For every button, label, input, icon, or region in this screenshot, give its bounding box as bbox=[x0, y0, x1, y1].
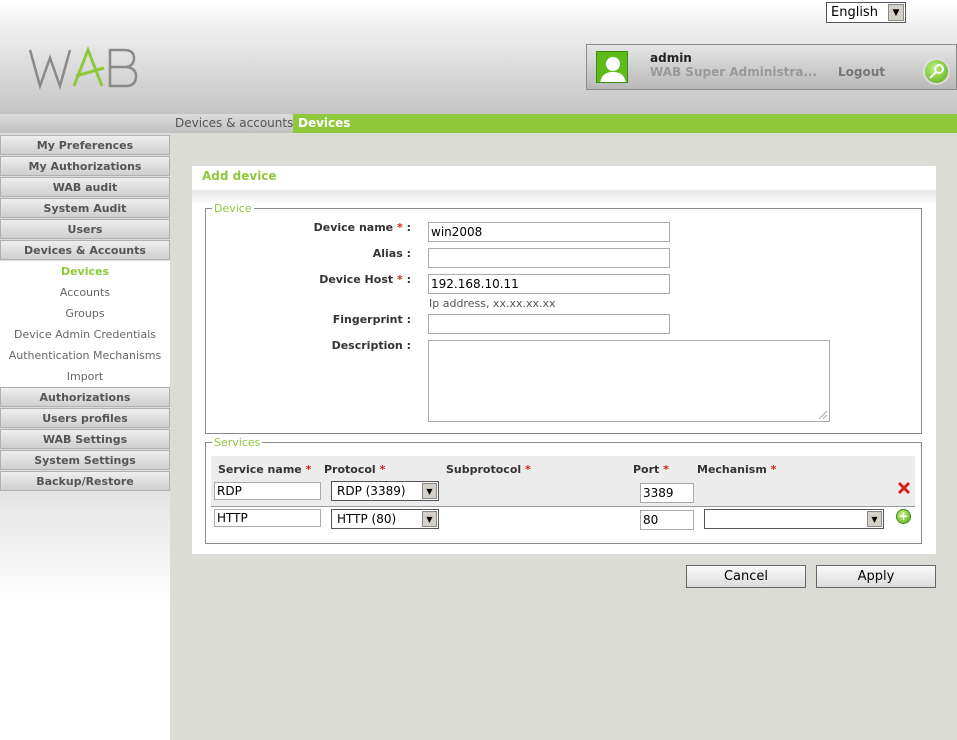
sidebar-subitem-accounts[interactable]: Accounts bbox=[0, 282, 170, 303]
header: English ▼ admin WAB Super Administra... … bbox=[0, 0, 957, 114]
alias-label: Alias : bbox=[372, 247, 411, 260]
services-row-divider bbox=[211, 506, 915, 507]
sidebar-subitem-groups[interactable]: Groups bbox=[0, 303, 170, 324]
user-panel: admin WAB Super Administra... Logout bbox=[586, 44, 957, 90]
breadcrumb: Devices & accounts Devices bbox=[0, 114, 957, 133]
port-input[interactable]: 80 bbox=[640, 510, 694, 530]
col-subprotocol: Subprotocol * bbox=[446, 463, 531, 476]
col-port: Port * bbox=[633, 463, 669, 476]
logout-link[interactable]: Logout bbox=[838, 65, 885, 79]
service-name-input[interactable]: HTTP bbox=[214, 509, 321, 527]
sidebar-item-users[interactable]: Users bbox=[0, 219, 170, 239]
breadcrumb-current: Devices bbox=[293, 114, 957, 133]
language-select[interactable]: English ▼ bbox=[826, 2, 906, 23]
delete-icon[interactable] bbox=[897, 481, 911, 495]
breadcrumb-parent[interactable]: Devices & accounts bbox=[170, 114, 298, 133]
sidebar-item-system-audit[interactable]: System Audit bbox=[0, 198, 170, 218]
sidebar-item-wab-settings[interactable]: WAB Settings bbox=[0, 429, 170, 449]
sidebar-item-wab-audit[interactable]: WAB audit bbox=[0, 177, 170, 197]
chevron-down-icon: ▼ bbox=[888, 4, 904, 21]
services-legend: Services bbox=[214, 436, 261, 449]
page-title: Add device bbox=[202, 169, 277, 183]
user-avatar-icon bbox=[596, 51, 628, 83]
sidebar-item-authorizations[interactable]: Authorizations bbox=[0, 387, 170, 407]
add-icon[interactable]: + bbox=[896, 509, 911, 524]
apply-button[interactable]: Apply bbox=[816, 565, 936, 588]
description-label: Description : bbox=[331, 339, 411, 352]
user-name: admin bbox=[650, 51, 692, 65]
language-selected: English bbox=[831, 5, 878, 20]
resize-handle-icon[interactable] bbox=[817, 409, 828, 420]
chevron-down-icon: ▼ bbox=[422, 483, 437, 499]
protocol-select[interactable]: RDP (3389) ▼ bbox=[331, 481, 439, 501]
protocol-select[interactable]: HTTP (80) ▼ bbox=[331, 509, 439, 529]
sidebar-item-users-profiles[interactable]: Users profiles bbox=[0, 408, 170, 428]
device-host-hint: Ip address, xx.xx.xx.xx bbox=[429, 297, 556, 310]
wab-logo bbox=[28, 46, 138, 90]
sidebar-item-devices-accounts[interactable]: Devices & Accounts bbox=[0, 240, 170, 260]
sidebar-subitem-import[interactable]: Import bbox=[0, 366, 170, 387]
cancel-button[interactable]: Cancel bbox=[686, 565, 806, 588]
description-textarea[interactable] bbox=[428, 340, 830, 422]
chevron-down-icon: ▼ bbox=[422, 511, 437, 527]
col-service-name: Service name * bbox=[218, 463, 312, 476]
port-input[interactable]: 3389 bbox=[640, 483, 694, 503]
col-protocol: Protocol * bbox=[324, 463, 386, 476]
device-host-input[interactable]: 192.168.10.11 bbox=[428, 274, 670, 294]
device-name-label: Device name * : bbox=[313, 221, 411, 234]
sidebar-subitem-device-admin-credentials[interactable]: Device Admin Credentials bbox=[0, 324, 170, 345]
fingerprint-input[interactable] bbox=[428, 314, 670, 334]
alias-input[interactable] bbox=[428, 248, 670, 268]
sidebar-item-system-settings[interactable]: System Settings bbox=[0, 450, 170, 470]
chevron-down-icon: ▼ bbox=[867, 511, 882, 527]
fingerprint-label: Fingerprint : bbox=[332, 313, 411, 326]
sidebar-item-my-authorizations[interactable]: My Authorizations bbox=[0, 156, 170, 176]
sidebar-subitem-authentication-mechanisms[interactable]: Authentication Mechanisms bbox=[0, 345, 170, 366]
device-host-label: Device Host * : bbox=[319, 273, 411, 286]
user-role: WAB Super Administra... bbox=[650, 65, 818, 79]
sidebar-item-backup-restore[interactable]: Backup/Restore bbox=[0, 471, 170, 491]
device-name-input[interactable]: win2008 bbox=[428, 222, 670, 242]
col-mechanism: Mechanism * bbox=[697, 463, 777, 476]
sidebar: My Preferences My Authorizations WAB aud… bbox=[0, 133, 170, 740]
sidebar-item-my-preferences[interactable]: My Preferences bbox=[0, 135, 170, 155]
sidebar-subitem-devices[interactable]: Devices bbox=[0, 261, 170, 282]
mechanism-select[interactable]: ▼ bbox=[704, 509, 884, 529]
logout-icon[interactable] bbox=[923, 58, 950, 85]
device-legend: Device bbox=[214, 202, 252, 215]
service-name-input[interactable]: RDP bbox=[214, 482, 321, 500]
